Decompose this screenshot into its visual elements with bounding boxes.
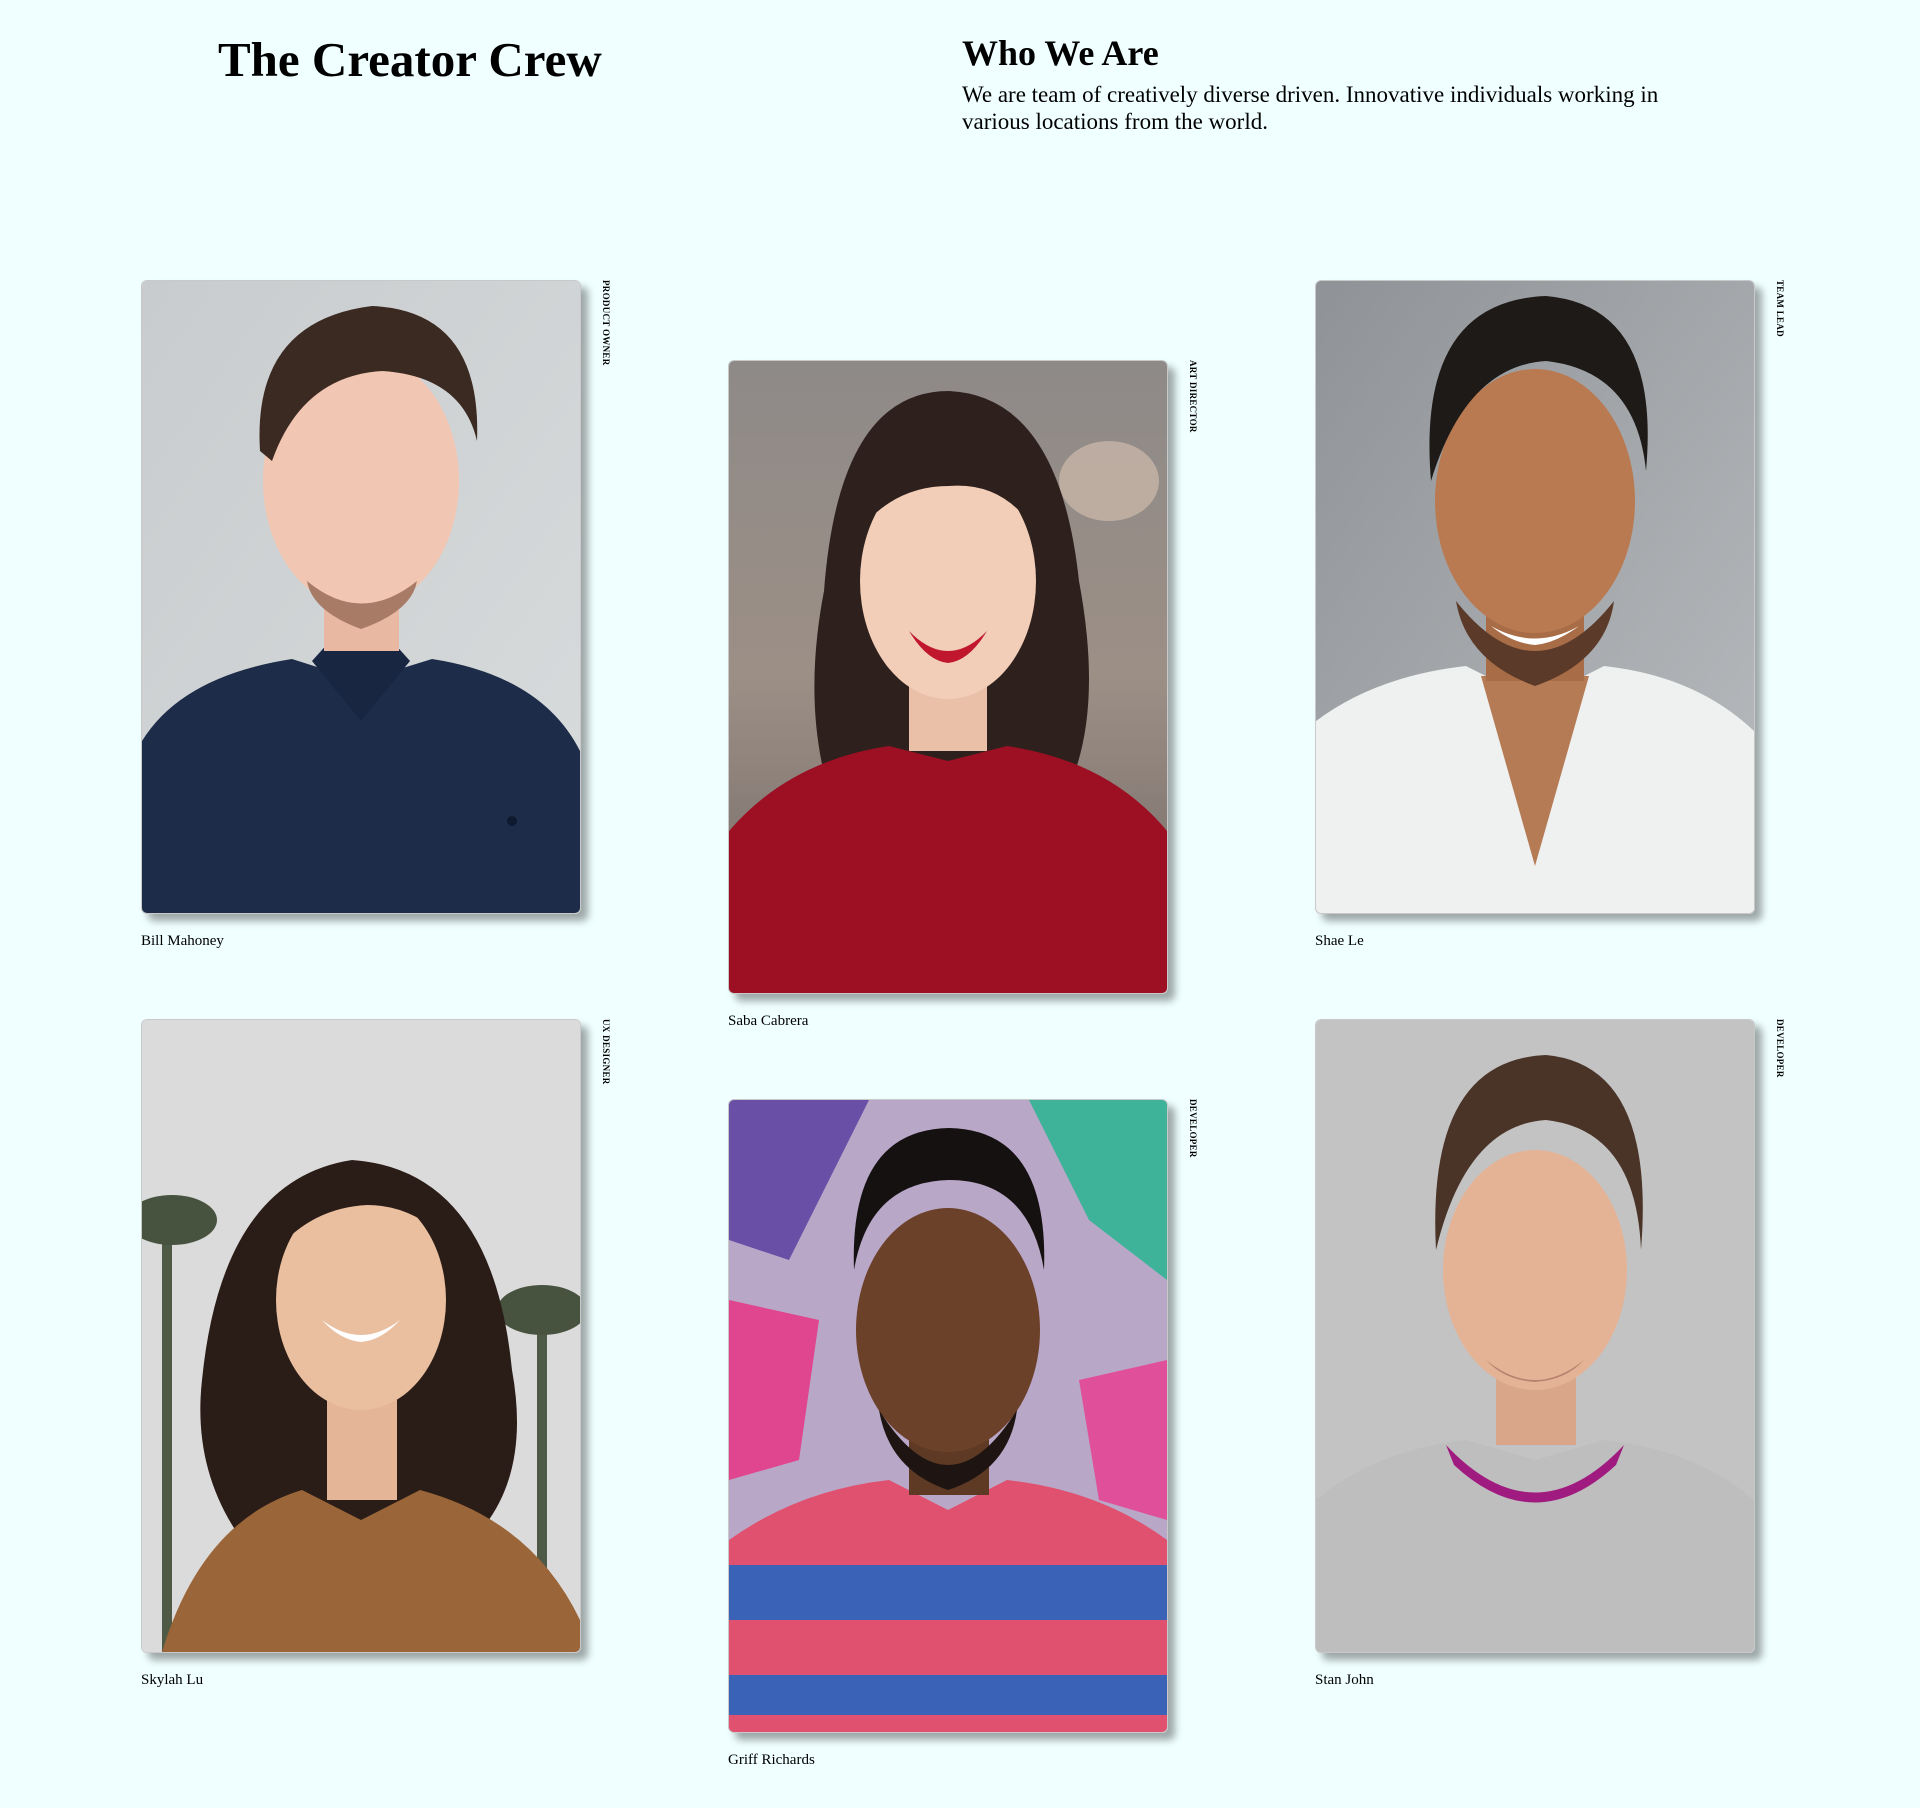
portrait-man-white-tee-icon bbox=[1316, 281, 1754, 913]
team-name-stan-john: Stan John bbox=[1315, 1672, 1374, 1688]
team-role-griff-richards: DEVELOPER bbox=[1188, 1099, 1198, 1158]
team-card-stan-john: DEVELOPER Stan John bbox=[1315, 1019, 1785, 1689]
team-photo-bill-mahoney bbox=[141, 280, 581, 914]
team-role-shae-le: TEAM LEAD bbox=[1775, 280, 1785, 337]
portrait-woman-leopard-blouse-icon bbox=[142, 1020, 580, 1652]
team-photo-shae-le bbox=[1315, 280, 1755, 914]
team-role-skylah-lu: UX DESIGNER bbox=[601, 1019, 611, 1085]
team-card-skylah-lu: UX DESIGNER Skylah Lu bbox=[141, 1019, 611, 1689]
portrait-woman-red-sweater-icon bbox=[729, 361, 1167, 993]
team-name-bill-mahoney: Bill Mahoney bbox=[141, 933, 224, 949]
portrait-man-striped-shirt-icon bbox=[729, 1100, 1167, 1732]
about-heading: Who We Are bbox=[962, 33, 1159, 73]
team-photo-stan-john bbox=[1315, 1019, 1755, 1653]
team-card-saba-cabrera: ART DIRECTOR Saba Cabrera bbox=[728, 360, 1198, 1030]
team-photo-griff-richards bbox=[728, 1099, 1168, 1733]
team-name-skylah-lu: Skylah Lu bbox=[141, 1672, 204, 1688]
team-name-saba-cabrera: Saba Cabrera bbox=[728, 1013, 809, 1029]
team-card-shae-le: TEAM LEAD Shae Le bbox=[1315, 280, 1785, 950]
team-card-griff-richards: DEVELOPER Griff Richards bbox=[728, 1099, 1198, 1769]
team-photo-skylah-lu bbox=[141, 1019, 581, 1653]
team-role-saba-cabrera: ART DIRECTOR bbox=[1188, 360, 1198, 433]
about-section: Who We Are We are team of creatively div… bbox=[962, 30, 1722, 135]
portrait-man-navy-polo-icon bbox=[142, 281, 580, 913]
team-role-stan-john: DEVELOPER bbox=[1775, 1019, 1785, 1078]
team-photo-saba-cabrera bbox=[728, 360, 1168, 994]
team-card-bill-mahoney: PRODUCT OWNER Bill Mahoney bbox=[141, 280, 611, 950]
page-title: The Creator Crew bbox=[218, 32, 602, 87]
about-text: We are team of creatively diverse driven… bbox=[962, 82, 1659, 134]
team-name-shae-le: Shae Le bbox=[1315, 933, 1364, 949]
team-name-griff-richards: Griff Richards bbox=[728, 1752, 815, 1768]
portrait-man-grey-sweatshirt-icon bbox=[1316, 1020, 1754, 1652]
team-role-bill-mahoney: PRODUCT OWNER bbox=[601, 280, 611, 366]
